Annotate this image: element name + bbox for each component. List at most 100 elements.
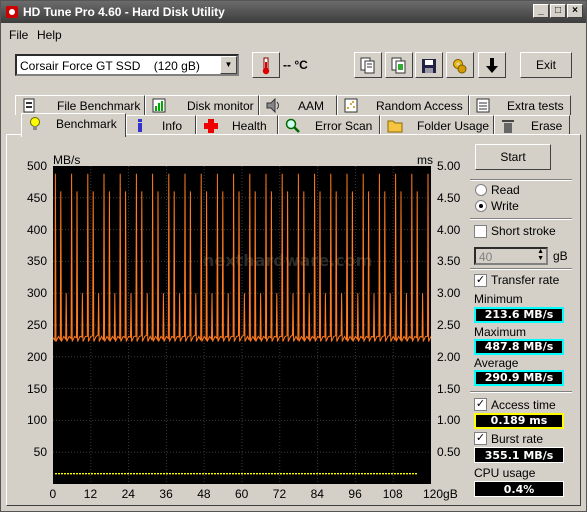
options-button[interactable] [446,52,474,78]
x-tick-label: 108 [382,487,403,501]
access-time-point [67,472,69,475]
temperature-readout: -- °C [283,58,308,72]
access-time-point [181,472,183,475]
read-radio[interactable] [475,184,487,196]
y-left-tick-label: 50 [33,445,47,460]
access-time-point [175,472,177,475]
separator [470,179,572,181]
access-time-point [193,472,195,475]
access-time-point [169,472,171,475]
access-time-point [331,472,333,475]
tab-info[interactable]: Info [126,115,196,135]
access-time-point [313,472,315,475]
access-time-point [328,472,330,475]
access-time-point [307,472,309,475]
title-bar: HD Tune Pro 4.60 - Hard Disk Utility _ □… [1,1,586,23]
spinner-arrows-icon[interactable]: ▲ ▼ [537,248,544,262]
access-time-point [133,472,135,475]
random-access-icon [344,98,358,113]
x-tick-label: 12 [83,487,98,501]
maximize-button[interactable]: □ [550,4,566,18]
tab-random-access[interactable]: Random Access [337,95,469,115]
access-time-point [172,472,174,475]
tab-aam[interactable]: AAM [259,95,337,115]
tab-extra-tests[interactable]: Extra tests [469,95,571,115]
file-benchmark-icon [23,98,35,113]
access-time-point [406,472,408,475]
access-time-point [367,472,369,475]
burst-rate-checkbox[interactable]: ✓ [474,432,487,445]
access-time-point [184,472,186,475]
access-time-point [97,472,99,475]
access-time-point [208,472,210,475]
access-time-point [235,472,237,475]
start-button[interactable]: Start [475,144,551,170]
access-time-point [154,472,156,475]
access-time-point [250,472,252,475]
access-time-point [211,472,213,475]
access-time-point [277,472,279,475]
tab-erase[interactable]: Erase [494,115,570,135]
access-time-point [94,472,96,475]
save-button[interactable] [415,52,443,78]
access-time-point [103,472,105,475]
copy-screenshot-button[interactable] [385,52,413,78]
minimum-value: 213.6 MB/s [474,307,564,323]
maximum-label: Maximum [474,325,527,339]
exit-button[interactable]: Exit [520,52,572,78]
tab-benchmark[interactable]: Benchmark [21,113,126,137]
cpu-usage-value: 0.4% [474,481,564,497]
chevron-down-icon[interactable]: ▼ [220,56,237,74]
tab-disk-monitor[interactable]: Disk monitor [145,95,259,115]
floppy-disk-icon [422,59,436,73]
write-radio[interactable] [475,200,487,212]
tab-health[interactable]: Health [196,115,278,135]
access-time-point [334,472,336,475]
close-button[interactable]: × [567,4,583,18]
access-time-point [241,472,243,475]
y-left-tick-label: 100 [26,413,47,428]
tab-file-benchmark[interactable]: File Benchmark [15,95,145,115]
access-time-point [382,472,384,475]
average-label: Average [474,356,519,370]
burst-rate-label: Burst rate [491,432,544,446]
menu-help[interactable]: Help [37,28,62,42]
access-time-point [214,472,216,475]
tab-label: Random Access [376,99,463,113]
minimize-button[interactable]: _ [533,4,549,18]
access-time-point [190,472,192,475]
short-stroke-spinner[interactable]: 40 ▲ ▼ [474,247,548,265]
window-title: HD Tune Pro 4.60 - Hard Disk Utility [23,5,225,19]
y-left-tick-label: 200 [26,349,47,364]
menu-file[interactable]: File [9,28,28,42]
access-time-point [88,472,90,475]
access-time-point [148,472,150,475]
x-tick-label: 72 [272,487,287,501]
disk-monitor-icon [152,98,166,113]
arrow-down-icon [486,58,498,73]
access-time-point [286,472,288,475]
y-left-tick-label: 400 [26,222,47,237]
tab-error-scan[interactable]: Error Scan [278,115,380,135]
x-tick-label: 36 [159,487,173,501]
download-button[interactable] [478,52,506,78]
average-value: 290.9 MB/s [474,370,564,386]
drive-select[interactable]: Corsair Force GT SSD (120 gB) ▼ [15,54,239,76]
access-time-point [259,472,261,475]
access-time-value: 0.189 ms [474,413,564,429]
access-time-point [61,472,63,475]
access-time-checkbox[interactable]: ✓ [474,398,487,411]
access-time-point [274,472,276,475]
short-stroke-checkbox[interactable] [474,225,487,238]
access-time-point [73,472,75,475]
transfer-rate-checkbox[interactable]: ✓ [474,274,487,287]
access-time-point [196,472,198,475]
x-tick-label: 120gB [423,487,458,501]
read-label: Read [491,183,520,197]
access-time-point [283,472,285,475]
y-right-tick-label: 2.50 [437,318,461,332]
copy-text-button[interactable] [354,52,382,78]
access-time-point [268,472,270,475]
temperature-button[interactable] [252,52,280,78]
tab-folder-usage[interactable]: Folder Usage [380,115,494,135]
